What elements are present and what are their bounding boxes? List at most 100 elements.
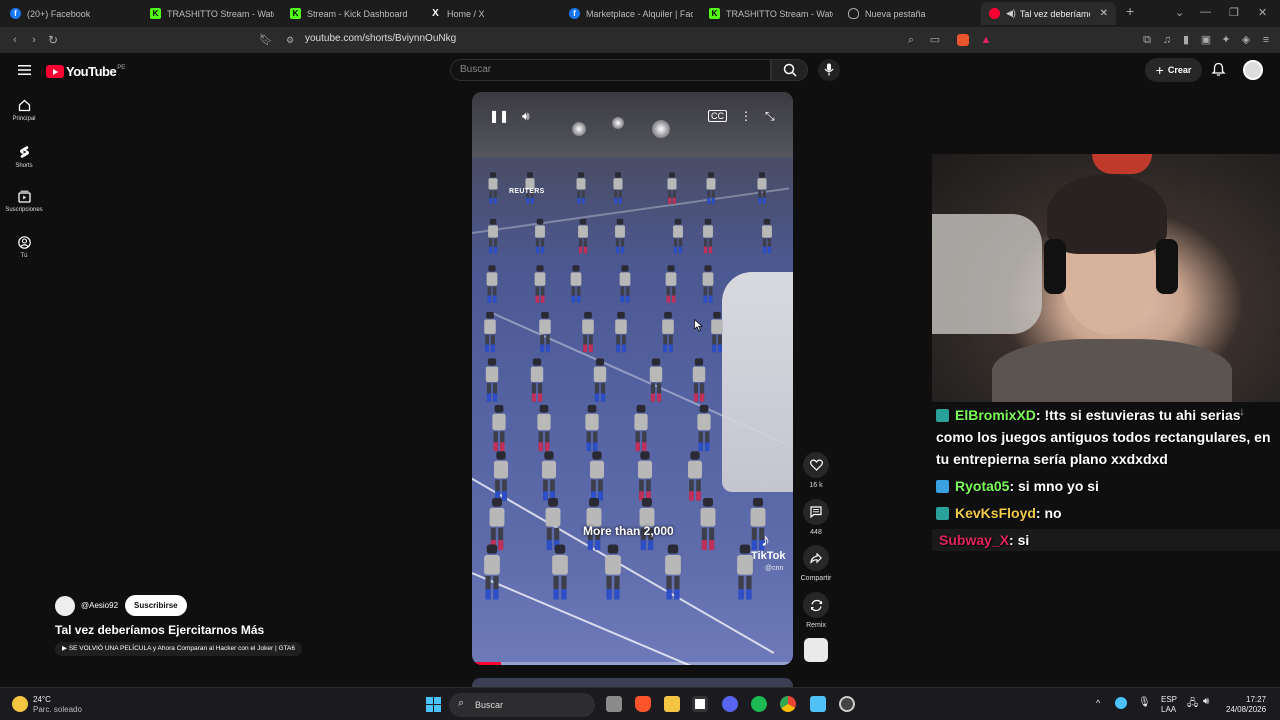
short-title[interactable]: Tal vez deberíamos Ejercitarnos Más — [55, 623, 264, 637]
media-controls-icon[interactable]: ♫ — [1161, 34, 1173, 46]
tab-new-tab[interactable]: Nueva pestaña — [848, 2, 972, 25]
nav-shorts[interactable]: Shorts — [0, 145, 48, 169]
volume-tray-icon[interactable]: 🔊︎ — [1203, 696, 1209, 707]
nav-home[interactable]: Principal — [0, 99, 48, 122]
weather-desc[interactable]: Parc. soleado — [33, 705, 82, 714]
search-button[interactable] — [771, 59, 808, 81]
sidebar-icon[interactable]: ▮ — [1180, 34, 1192, 46]
voice-search-button[interactable] — [818, 59, 840, 81]
reload-icon[interactable]: ↻ — [47, 34, 59, 46]
wallet-icon[interactable]: ▣ — [1200, 34, 1212, 46]
robot-figure — [584, 404, 599, 452]
video-progress-bar[interactable] — [472, 662, 793, 665]
tab-marketplace[interactable]: f Marketplace - Alquiler | Faceb — [569, 2, 693, 25]
back-icon[interactable]: ‹ — [9, 34, 21, 46]
extensions-icon[interactable]: ⧉ — [1141, 34, 1153, 46]
brave-browser-icon[interactable] — [635, 696, 651, 712]
tab-youtube-active[interactable]: ◀) Tal vez deberíamos Eje ✕ — [981, 2, 1116, 25]
input-layout[interactable]: LAA — [1161, 705, 1176, 714]
taskbar-search[interactable]: ⌕ Buscar — [449, 693, 595, 717]
clock-time[interactable]: 17:27 — [1246, 695, 1266, 704]
tray-app-icon[interactable] — [1115, 697, 1127, 709]
url-field[interactable]: youtube.com/shorts/BviynnOuNkg — [305, 33, 456, 44]
search-icon: ⌕ — [458, 697, 465, 709]
create-button[interactable]: + Crear — [1145, 58, 1202, 82]
tray-overflow-chevron-icon[interactable]: ^ — [1096, 698, 1100, 708]
clock-date[interactable]: 24/08/2026 — [1226, 705, 1266, 714]
leo-ai-icon[interactable]: ✦ — [1220, 34, 1232, 46]
shorts-video-player[interactable]: ❚❚ 🔊︎ CC ⋮ ⤡ REUTERS More than 2,000 ♪ T… — [472, 92, 793, 665]
nav-subscriptions[interactable]: Suscripciones — [0, 190, 48, 213]
close-tab-icon[interactable]: ✕ — [1100, 8, 1108, 19]
like-action[interactable]: 16 k — [803, 452, 829, 489]
tab-label: TRASHITTO Stream - Watch Li — [726, 8, 833, 19]
vpn-icon[interactable]: ◈ — [1240, 34, 1252, 46]
youtube-logo[interactable]: YouTube PE — [46, 64, 125, 79]
zoom-icon[interactable]: ⌕ — [905, 34, 917, 46]
notepad-icon[interactable] — [810, 696, 826, 712]
comments-button[interactable] — [803, 499, 829, 525]
channel-name[interactable]: @Aesio92 — [81, 601, 118, 610]
menu-icon[interactable]: ≡ — [1260, 34, 1272, 46]
mouse-cursor — [694, 318, 703, 337]
windows-start-icon[interactable] — [426, 697, 441, 712]
remix-button[interactable] — [803, 592, 829, 618]
discord-icon[interactable] — [722, 696, 738, 712]
more-options-icon[interactable]: ⋮ — [740, 109, 752, 123]
forward-icon[interactable]: › — [28, 34, 40, 46]
pause-icon[interactable]: ❚❚ — [489, 109, 509, 123]
minimize-button[interactable]: — — [1200, 6, 1211, 18]
sound-thumbnail[interactable] — [804, 638, 828, 662]
cast-icon[interactable]: ▭ — [929, 34, 941, 46]
channel-avatar[interactable] — [55, 595, 75, 616]
subscribe-button[interactable]: Suscribirse — [125, 595, 187, 616]
file-explorer-icon[interactable] — [664, 696, 680, 712]
site-info-icon[interactable]: ⚙ — [284, 34, 296, 46]
tab-kick-dashboard[interactable]: K Stream - Kick Dashboard — [290, 2, 414, 25]
task-view-icon[interactable] — [606, 696, 622, 712]
comment-icon — [810, 506, 822, 518]
tab-search-chevron-icon[interactable]: ⌄ — [1175, 6, 1184, 19]
like-button[interactable] — [803, 452, 829, 478]
new-tab-button[interactable]: + — [1126, 3, 1134, 19]
chat-text: : no — [1035, 505, 1062, 521]
headphones-right — [1156, 239, 1178, 294]
hamburger-menu-icon[interactable] — [18, 63, 31, 81]
spotify-icon[interactable] — [751, 696, 767, 712]
chrome-icon[interactable] — [780, 696, 796, 712]
nav-you[interactable]: Tú — [0, 236, 48, 259]
chat-badge-icon — [936, 480, 949, 493]
obs-studio-icon[interactable] — [839, 696, 855, 712]
weather-temp[interactable]: 24°C — [33, 695, 51, 704]
related-video-link[interactable]: ▶ SE VOLVIÓ UNA PELÍCULA y Ahora Compara… — [55, 642, 302, 656]
account-avatar[interactable] — [1243, 60, 1263, 80]
comment-action[interactable]: 448 — [803, 499, 829, 536]
capture-app-icon[interactable] — [692, 696, 708, 712]
fullscreen-icon[interactable]: ⤡ — [765, 109, 775, 124]
shorts-icon — [19, 146, 29, 158]
maximize-button[interactable]: ❐ — [1229, 6, 1239, 19]
search-input[interactable]: Buscar — [450, 59, 771, 81]
remix-action[interactable]: Remix — [803, 592, 829, 629]
tab-trashitto-stream-2[interactable]: K TRASHITTO Stream - Watch Li — [709, 2, 833, 25]
share-action[interactable]: Compartir — [801, 545, 831, 582]
robot-figure — [538, 311, 551, 353]
bookmark-icon[interactable]: 🔖︎ — [259, 34, 273, 46]
volume-icon[interactable]: 🔊︎ — [522, 109, 530, 124]
share-button[interactable] — [803, 545, 829, 571]
notifications-bell-icon[interactable] — [1211, 62, 1226, 77]
input-language[interactable]: ESP — [1161, 695, 1177, 704]
chat-username: Subway_X — [939, 532, 1010, 548]
captions-icon[interactable]: CC — [708, 110, 727, 122]
tab-trashitto-stream[interactable]: K TRASHITTO Stream - Watch Li — [150, 2, 274, 25]
brave-shields-icon[interactable] — [957, 34, 969, 46]
tab-x-home[interactable]: X Home / X — [430, 2, 554, 25]
brave-rewards-icon[interactable]: ▲ — [980, 34, 992, 46]
tab-facebook[interactable]: f (20+) Facebook — [10, 2, 140, 25]
channel-row: @Aesio92 Suscribirse — [55, 595, 187, 616]
microphone-tray-icon[interactable]: 🎙︎ — [1138, 697, 1151, 708]
robot-figure — [551, 544, 569, 600]
network-icon[interactable]: 🖧︎ — [1187, 696, 1198, 713]
close-window-button[interactable]: ✕ — [1258, 6, 1267, 19]
chat-username: ElBromixXD — [955, 407, 1036, 423]
